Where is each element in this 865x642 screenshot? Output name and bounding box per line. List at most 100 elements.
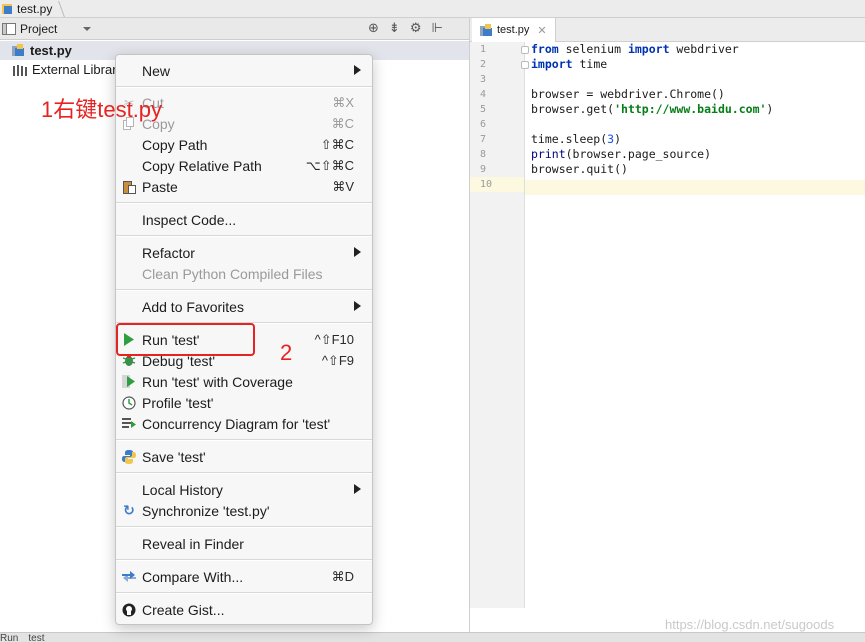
- menu-item-copy-path[interactable]: Copy Path ⇧⌘C: [116, 134, 372, 155]
- run-config-label[interactable]: test: [28, 633, 44, 642]
- menu-item-local-history[interactable]: Local History: [116, 479, 372, 500]
- line-number: 2: [480, 59, 487, 70]
- tree-item-label: test.py: [30, 43, 72, 58]
- library-icon: [13, 64, 27, 76]
- python-file-icon: [12, 44, 24, 56]
- line-number: 8: [480, 149, 487, 160]
- code-line-2: import time: [531, 57, 608, 71]
- compare-arrows-icon: [121, 569, 137, 584]
- menu-item-save[interactable]: Save 'test': [116, 446, 372, 467]
- menu-item-profile[interactable]: Profile 'test': [116, 392, 372, 413]
- line-number: 3: [480, 74, 487, 85]
- menu-separator: [116, 472, 372, 474]
- menu-item-refactor[interactable]: Refactor: [116, 242, 372, 263]
- menu-item-new[interactable]: New: [116, 60, 372, 81]
- menu-item-label: Copy Path: [142, 136, 208, 153]
- close-tab-icon[interactable]: ✕: [537, 24, 546, 37]
- github-icon: [121, 602, 137, 617]
- coverage-icon: [121, 374, 137, 389]
- code-token: print: [531, 147, 566, 161]
- line-number-gutter: 1 2 3 4 5 6 7 8 9 10: [470, 42, 525, 608]
- code-line-5: browser.get('http://www.baidu.com'): [531, 102, 774, 116]
- code-token: from: [531, 42, 559, 56]
- menu-item-reveal-in-finder[interactable]: Reveal in Finder: [116, 533, 372, 554]
- project-tools: ⊕ ⇟ ⚙ ⊩: [368, 20, 443, 36]
- menu-separator: [116, 559, 372, 561]
- menu-item-add-to-favorites[interactable]: Add to Favorites: [116, 296, 372, 317]
- annotation-step-1: 1右键test.py: [41, 97, 163, 122]
- project-toolbar: Project ⊕ ⇟ ⚙ ⊩: [0, 18, 469, 40]
- scroll-from-source-icon[interactable]: ⊕: [368, 20, 379, 36]
- run-tool-label[interactable]: Run: [0, 633, 18, 642]
- menu-item-label: New: [142, 62, 171, 79]
- project-view-label: Project: [20, 21, 58, 36]
- project-icon: [2, 22, 16, 35]
- editor-tab-test-py[interactable]: test.py ✕: [472, 18, 556, 42]
- menu-shortcut: ⌘X: [332, 94, 354, 110]
- menu-shortcut: ⌘C: [331, 115, 354, 131]
- menu-item-label: Paste: [142, 178, 178, 195]
- line-number: 5: [480, 104, 487, 115]
- menu-item-label: Concurrency Diagram for 'test': [142, 415, 331, 432]
- code-token: 'http://www.baidu.com': [614, 102, 767, 116]
- menu-item-label: Copy Relative Path: [142, 157, 262, 174]
- python-file-icon: [2, 3, 12, 14]
- code-token: import: [627, 42, 670, 56]
- menu-item-label: Compare With...: [142, 568, 244, 585]
- submenu-arrow-icon: [354, 247, 361, 257]
- menu-item-label: Synchronize 'test.py': [142, 502, 270, 519]
- line-number: 10: [470, 177, 524, 192]
- menu-separator: [116, 202, 372, 204]
- breadcrumb-file[interactable]: test.py: [2, 2, 52, 16]
- line-number: 9: [480, 164, 487, 175]
- menu-item-label: Reveal in Finder: [142, 535, 244, 552]
- code-token: import: [531, 57, 573, 71]
- menu-item-label: Save 'test': [142, 448, 206, 465]
- menu-item-inspect-code[interactable]: Inspect Code...: [116, 209, 372, 230]
- tree-item-external-libraries[interactable]: External Libraries: [0, 60, 133, 79]
- menu-shortcut: ^⇧F9: [321, 352, 354, 368]
- menu-item-label: Local History: [142, 481, 223, 498]
- code-line-7: time.sleep(3): [531, 132, 622, 146]
- hide-panel-icon[interactable]: ⊩: [431, 20, 442, 36]
- breadcrumb-separator: [51, 0, 66, 17]
- menu-item-compare-with[interactable]: Compare With... ⌘D: [116, 566, 372, 587]
- menu-separator: [116, 592, 372, 594]
- menu-item-paste[interactable]: Paste ⌘V: [116, 176, 372, 197]
- bottom-tool-bar: Run test: [0, 632, 865, 642]
- menu-separator: [116, 526, 372, 528]
- menu-item-copy-relative-path[interactable]: Copy Relative Path ⌥⇧⌘C: [116, 155, 372, 176]
- menu-item-synchronize[interactable]: ↻ Synchronize 'test.py': [116, 500, 372, 521]
- annotation-step-2: 2: [280, 340, 293, 365]
- menu-item-create-gist[interactable]: Create Gist...: [116, 599, 372, 620]
- menu-item-label: Add to Favorites: [142, 298, 244, 315]
- concurrency-diagram-icon: [121, 416, 137, 431]
- code-line-8: print(browser.page_source): [531, 147, 712, 161]
- code-line-9: browser.quit(): [531, 162, 628, 176]
- menu-shortcut: ⌘V: [332, 178, 354, 194]
- profile-clock-icon: [121, 395, 137, 410]
- collapse-all-icon[interactable]: ⇟: [389, 20, 400, 36]
- line-number: 6: [480, 119, 487, 130]
- breadcrumb: test.py: [0, 0, 865, 18]
- gear-icon[interactable]: ⚙: [410, 20, 422, 36]
- code-line-1: from selenium import webdriver: [531, 42, 739, 56]
- menu-shortcut: ⌥⇧⌘C: [305, 157, 354, 173]
- menu-shortcut: ^⇧F10: [314, 331, 354, 347]
- menu-shortcut: ⌘D: [331, 568, 354, 584]
- submenu-arrow-icon: [354, 65, 361, 75]
- paste-icon: [121, 179, 137, 194]
- code-editor[interactable]: 1 2 3 4 5 6 7 8 9 10 from selenium impor…: [470, 42, 865, 632]
- menu-item-clean-compiled[interactable]: Clean Python Compiled Files: [116, 263, 372, 284]
- menu-item-concurrency-diagram[interactable]: Concurrency Diagram for 'test': [116, 413, 372, 434]
- menu-separator: [116, 86, 372, 88]
- project-view-selector[interactable]: Project: [0, 21, 92, 36]
- menu-separator: [116, 289, 372, 291]
- menu-item-run-with-coverage[interactable]: Run 'test' with Coverage: [116, 371, 372, 392]
- line-number: 4: [480, 89, 487, 100]
- line-number: 7: [480, 134, 487, 145]
- submenu-arrow-icon: [354, 484, 361, 494]
- code-line-4: browser = webdriver.Chrome(): [531, 87, 725, 101]
